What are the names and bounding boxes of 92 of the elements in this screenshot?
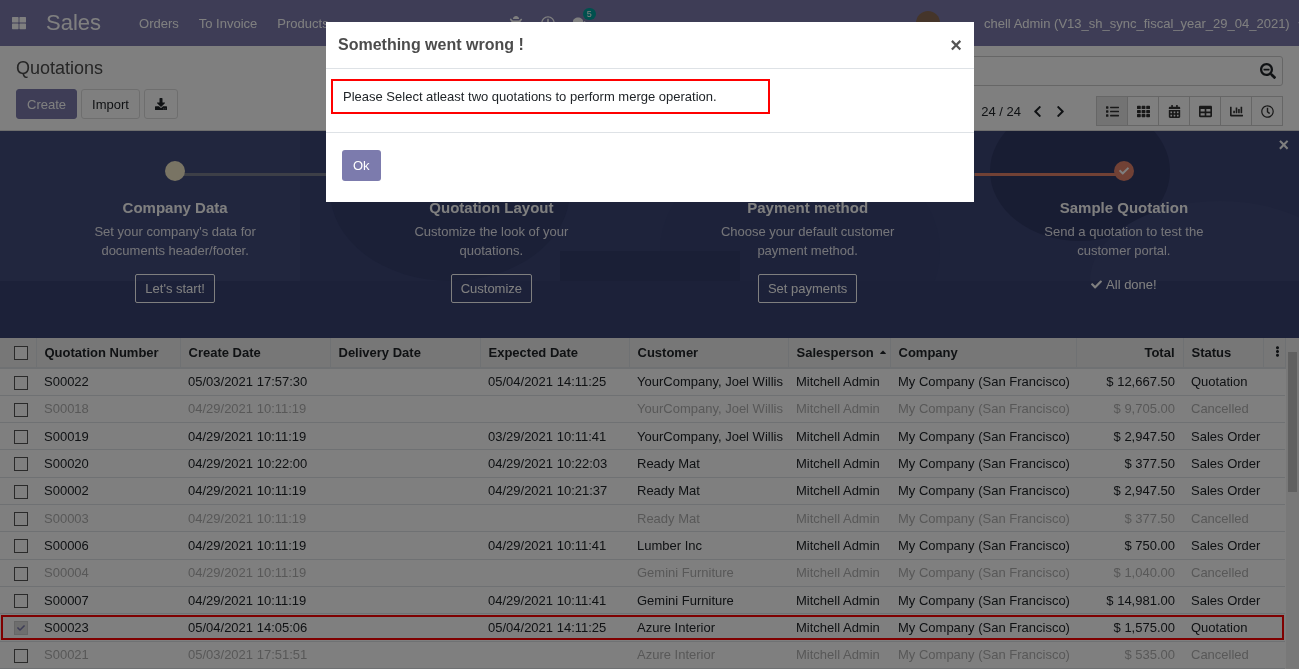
- table-cell: 05/04/2021 14:05:06: [180, 613, 330, 642]
- app-name: Sales: [46, 10, 102, 36]
- table-cell: $ 1,575.00: [1076, 613, 1183, 642]
- table-cell: S00020: [36, 449, 180, 478]
- table-cell: Sales Order: [1183, 422, 1263, 450]
- table-cell: $ 2,947.50: [1076, 422, 1183, 450]
- table-cell: My Company (San Francisco): [890, 422, 1076, 450]
- step-title: Sample Quotation: [1059, 199, 1189, 216]
- column-header[interactable]: Status: [1183, 338, 1263, 368]
- table-cell: Lumber Inc: [629, 531, 788, 560]
- table-cell: Azure Interior: [629, 613, 788, 642]
- table-cell: S00019: [36, 422, 180, 450]
- table-cell: S00002: [36, 477, 180, 505]
- close-banner-button[interactable]: ×: [1278, 135, 1289, 156]
- table-cell: Mitchell Admin: [788, 449, 890, 478]
- table-cell: 04/29/2021 10:11:41: [480, 586, 629, 614]
- import-button[interactable]: Import: [81, 89, 140, 119]
- step-description: Customize the look of your quotations.: [413, 223, 570, 260]
- column-header[interactable]: Salesperson: [788, 338, 890, 368]
- table-cell: YourCompany, Joel Willis: [629, 422, 788, 450]
- table-cell: S00023: [36, 613, 180, 642]
- table-cell: Sales Order: [1183, 477, 1263, 505]
- menu-item[interactable]: Products: [277, 15, 329, 31]
- column-header[interactable]: Customer: [629, 338, 788, 368]
- step-button[interactable]: Set payments: [757, 274, 858, 303]
- table-cell: My Company (San Francisco): [890, 613, 1076, 642]
- table-cell: 04/29/2021 10:11:19: [180, 586, 330, 614]
- table-cell: 04/29/2021 10:11:19: [180, 422, 330, 450]
- table-cell: S00022: [36, 368, 180, 396]
- column-header[interactable]: Create Date: [180, 338, 330, 368]
- column-header[interactable]: Expected Date: [480, 338, 629, 368]
- table-cell: 05/03/2021 17:57:30: [180, 368, 330, 396]
- table-cell: Sales Order: [1183, 531, 1263, 560]
- error-message: Please Select atleast two quotations to perform merge operation.: [331, 79, 770, 114]
- step-title: Company Data: [122, 199, 228, 216]
- table-cell: My Company (San Francisco): [890, 368, 1076, 396]
- table-cell: My Company (San Francisco): [890, 449, 1076, 478]
- step-status: All done!: [1106, 277, 1157, 292]
- step-button[interactable]: Let's start!: [135, 274, 215, 303]
- close-dialog-button[interactable]: ×: [950, 33, 962, 57]
- table-cell: $ 2,947.50: [1076, 477, 1183, 505]
- ok-button[interactable]: Ok: [342, 150, 381, 181]
- user-menu[interactable]: chell Admin (V13_sh_sync_fiscal_year_29_04_2021): [984, 15, 1290, 31]
- table-cell: $ 750.00: [1076, 531, 1183, 560]
- table-cell: My Company (San Francisco): [890, 477, 1076, 505]
- table-cell: Mitchell Admin: [788, 586, 890, 614]
- table-cell: $ 12,667.50: [1076, 368, 1183, 396]
- table-cell: Mitchell Admin: [788, 613, 890, 642]
- table-cell: My Company (San Francisco): [890, 586, 1076, 614]
- dialog-title: Something went wrong !: [338, 36, 524, 54]
- table-cell: 05/04/2021 14:11:25: [480, 368, 629, 396]
- table-cell: Quotation: [1183, 613, 1263, 642]
- table-cell: 04/29/2021 10:11:41: [480, 531, 629, 560]
- table-cell: 04/29/2021 10:11:19: [180, 531, 330, 560]
- table-cell: 05/04/2021 14:11:25: [480, 613, 629, 642]
- table-cell: My Company (San Francisco): [890, 531, 1076, 560]
- table-cell: $ 14,981.00: [1076, 586, 1183, 614]
- table-cell: 03/29/2021 10:11:41: [480, 422, 629, 450]
- table-cell: 04/29/2021 10:11:19: [180, 477, 330, 505]
- step-description: Choose your default customer payment method.: [719, 223, 896, 260]
- step-title: Payment method: [747, 199, 869, 216]
- table-cell: 04/29/2021 10:21:37: [480, 477, 629, 505]
- column-header[interactable]: Delivery Date: [330, 338, 480, 368]
- page-title: Quotations: [16, 57, 105, 79]
- table-cell: Mitchell Admin: [788, 368, 890, 396]
- table-cell: Quotation: [1183, 368, 1263, 396]
- table-cell: Ready Mat: [629, 449, 788, 478]
- menu-item[interactable]: To Invoice: [198, 15, 258, 31]
- menu-item[interactable]: Orders: [139, 15, 179, 31]
- column-header[interactable]: Total: [1076, 338, 1183, 368]
- step-title: Quotation Layout: [429, 199, 554, 216]
- step-button[interactable]: Customize: [450, 274, 533, 303]
- create-button[interactable]: Create: [16, 89, 78, 119]
- table-cell: $ 377.50: [1076, 449, 1183, 478]
- table-cell: YourCompany, Joel Willis: [629, 368, 788, 396]
- table-cell: S00007: [36, 586, 180, 614]
- table-cell: Mitchell Admin: [788, 422, 890, 450]
- pager: 24 / 24: [981, 103, 1021, 119]
- table-cell: Gemini Furniture: [629, 586, 788, 614]
- table-cell: Sales Order: [1183, 586, 1263, 614]
- column-header[interactable]: Quotation Number: [36, 338, 180, 368]
- step-description: Set your company's data for documents header/footer.: [93, 223, 257, 260]
- table-cell: S00006: [36, 531, 180, 560]
- table-cell: Ready Mat: [629, 477, 788, 505]
- message-count: 5: [582, 8, 596, 20]
- table-cell: 04/29/2021 10:22:00: [180, 449, 330, 478]
- column-header[interactable]: Company: [890, 338, 1076, 368]
- table-cell: 04/29/2021 10:22:03: [480, 449, 629, 478]
- table-cell: Sales Order: [1183, 449, 1263, 478]
- table-cell: Mitchell Admin: [788, 531, 890, 560]
- table-cell: Mitchell Admin: [788, 477, 890, 505]
- step-description: Send a quotation to test the customer portal.: [1043, 223, 1205, 260]
